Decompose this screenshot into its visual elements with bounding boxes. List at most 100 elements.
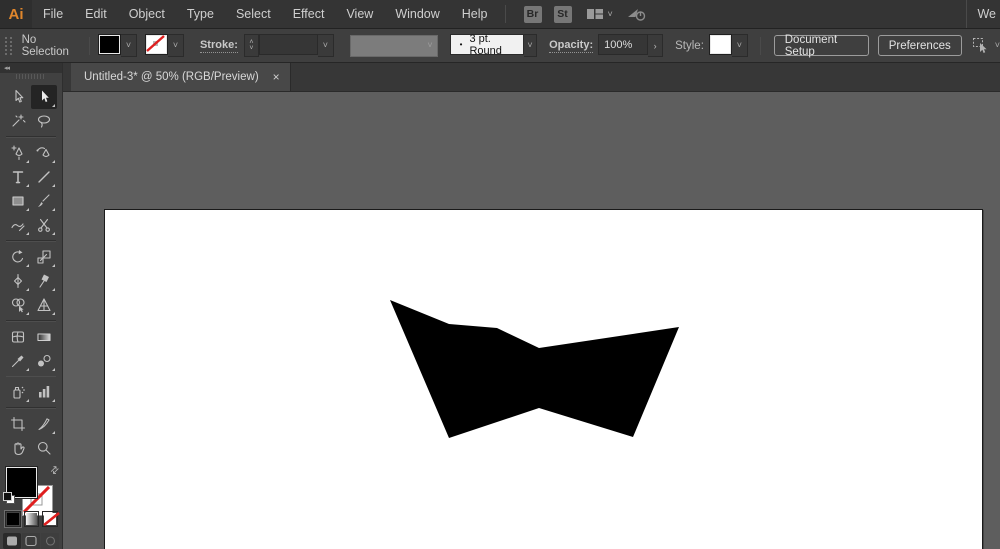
brush-preview-dot: •	[460, 40, 463, 49]
menu-type[interactable]: Type	[176, 0, 225, 28]
default-fill-stroke-icon[interactable]	[3, 492, 15, 504]
tool-group-separator	[6, 376, 56, 378]
tool-mesh[interactable]	[5, 325, 31, 349]
graphic-style-swatch[interactable]	[709, 34, 732, 55]
canvas[interactable]	[63, 92, 1000, 549]
tool-zoom[interactable]	[31, 436, 57, 460]
fill-color-swatch[interactable]	[98, 34, 121, 55]
drawing-modes-row	[0, 527, 62, 549]
blend-tool-icon	[36, 353, 52, 369]
line-segment-tool-icon	[36, 169, 52, 185]
tool-lasso[interactable]	[31, 109, 57, 133]
stroke-weight-label[interactable]: Stroke:	[200, 39, 238, 53]
workspace-switcher[interactable]: ˅	[586, 8, 613, 20]
scale-tool-icon	[36, 249, 52, 265]
tools-panel-header[interactable]: ◂◂	[0, 63, 62, 73]
puppet-warp-tool-icon	[36, 273, 52, 289]
expander-icon: ›	[654, 41, 657, 51]
stroke-weight-dropdown[interactable]: ˅	[318, 34, 334, 57]
menu-help[interactable]: Help	[451, 0, 499, 28]
tool-perspective-grid[interactable]	[31, 293, 57, 317]
direct-selection-tool-icon	[36, 89, 52, 105]
brush-definition-value[interactable]: • 3 pt. Round	[450, 34, 524, 55]
menu-object[interactable]: Object	[118, 0, 176, 28]
tool-shaper[interactable]	[5, 213, 31, 237]
shaper-tool-icon	[10, 217, 26, 233]
brush-definition-dropdown[interactable]: ˅	[524, 34, 537, 57]
workspace-layout-icon	[586, 8, 604, 20]
control-separator	[89, 37, 90, 55]
tools-panel-grip[interactable]	[0, 73, 62, 80]
chevron-down-icon: ˅	[527, 41, 532, 50]
none-mode-button[interactable]	[42, 511, 58, 527]
tool-hand[interactable]	[5, 436, 31, 460]
tool-line-segment[interactable]	[31, 165, 57, 189]
tool-artboard[interactable]	[5, 412, 31, 436]
paint-mode-row	[0, 508, 62, 527]
stroke-weight-stepper[interactable]: ˄ ˅	[244, 34, 259, 57]
stroke-weight-control: ˄ ˅ ˅	[244, 34, 334, 57]
opacity-input[interactable]: 100%	[598, 34, 648, 55]
curvature-tool-icon	[36, 145, 52, 161]
tool-width[interactable]	[5, 269, 31, 293]
width-tool-icon	[10, 273, 26, 289]
close-tab-icon[interactable]: ×	[273, 71, 280, 83]
tool-curvature[interactable]	[31, 141, 57, 165]
chevron-down-icon: ˅	[995, 41, 1000, 50]
color-mode-button[interactable]	[5, 511, 21, 527]
document-tab[interactable]: Untitled-3* @ 50% (RGB/Preview) ×	[71, 63, 291, 91]
adobe-stock-button[interactable]: St	[554, 6, 572, 23]
brush-definition-control: • 3 pt. Round ˅	[450, 34, 537, 57]
tool-puppet-warp[interactable]	[31, 269, 57, 293]
preferences-button[interactable]: Preferences	[878, 35, 962, 56]
tool-column-graph[interactable]	[31, 380, 57, 404]
menu-edit[interactable]: Edit	[74, 0, 118, 28]
swap-fill-stroke-icon[interactable]: ⇄	[48, 464, 62, 478]
pen-tool-icon	[10, 145, 26, 161]
tool-symbol-sprayer[interactable]	[5, 380, 31, 404]
tool-gradient[interactable]	[31, 325, 57, 349]
tool-magic-wand[interactable]	[5, 109, 31, 133]
tool-slice[interactable]	[31, 412, 57, 436]
tool-paintbrush[interactable]	[31, 189, 57, 213]
menu-window[interactable]: Window	[384, 0, 450, 28]
document-setup-button[interactable]: Document Setup	[774, 35, 869, 56]
stroke-color-swatch[interactable]	[145, 34, 168, 55]
tool-scale[interactable]	[31, 245, 57, 269]
menu-bar: Ai File Edit Object Type Select Effect V…	[0, 0, 1000, 29]
tool-pen[interactable]	[5, 141, 31, 165]
draw-normal-icon	[6, 535, 19, 547]
tool-rotate[interactable]	[5, 245, 31, 269]
gradient-mode-button[interactable]	[24, 511, 40, 527]
control-bar-grip[interactable]	[5, 37, 12, 55]
menu-view[interactable]: View	[335, 0, 384, 28]
graphic-style-dropdown[interactable]: ˅	[732, 34, 748, 57]
tool-group-separator	[6, 136, 56, 138]
stroke-weight-input[interactable]	[259, 34, 318, 55]
fill-stroke-widget: ⇄	[0, 464, 62, 508]
stroke-color-control: ˅	[145, 34, 184, 57]
tool-rectangle[interactable]	[5, 189, 31, 213]
chevron-down-icon: ˅	[126, 41, 131, 50]
tool-selection[interactable]	[5, 85, 31, 109]
menu-select[interactable]: Select	[225, 0, 282, 28]
tool-shape-builder[interactable]	[5, 293, 31, 317]
tool-blend[interactable]	[31, 349, 57, 373]
go-to-bridge-button[interactable]: Br	[524, 6, 542, 23]
opacity-expander-button[interactable]: ›	[648, 34, 663, 57]
tool-eyedropper[interactable]	[5, 349, 31, 373]
tool-direct-selection[interactable]	[31, 85, 57, 109]
stroke-color-dropdown[interactable]: ˅	[168, 34, 184, 57]
fill-color-dropdown[interactable]: ˅	[121, 34, 137, 57]
document-tab-bar: Untitled-3* @ 50% (RGB/Preview) ×	[63, 63, 1000, 92]
opacity-label[interactable]: Opacity:	[549, 39, 593, 53]
workspace-name-label[interactable]: We	[966, 0, 1000, 28]
select-similar-control[interactable]: ˅	[972, 37, 1000, 54]
menu-file[interactable]: File	[32, 0, 74, 28]
width-profile-dropdown: ˅	[350, 35, 438, 57]
sync-settings[interactable]	[627, 7, 647, 22]
tool-scissors[interactable]	[31, 213, 57, 237]
menu-effect[interactable]: Effect	[282, 0, 336, 28]
tool-type[interactable]	[5, 165, 31, 189]
brush-preset-label: 3 pt. Round	[469, 33, 513, 57]
